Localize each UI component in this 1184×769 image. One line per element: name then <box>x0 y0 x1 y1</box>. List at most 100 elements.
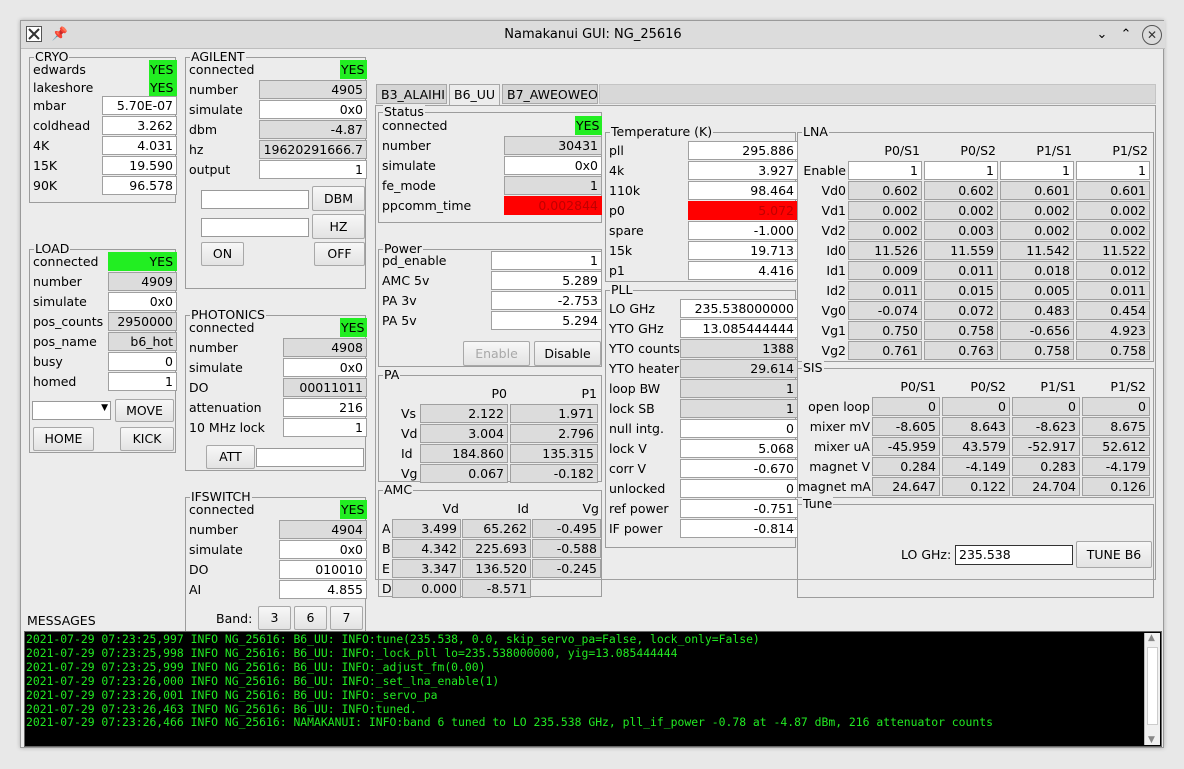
photonics-label: number <box>189 340 238 355</box>
cryo-value: YES <box>149 60 177 79</box>
load-label: pos_counts <box>33 314 104 329</box>
pa-cell: 3.004 <box>420 424 508 443</box>
lna-cell: 4.923 <box>1076 321 1150 340</box>
sis-row-label: magnet V <box>809 459 870 474</box>
pll-row: YTO heater 29.614 <box>609 359 798 379</box>
tab-b3_alaihi[interactable]: B3_ALAIHI <box>376 84 447 104</box>
agilent-row: dbm -4.87 <box>189 120 367 140</box>
photonics-row: simulate 0x0 <box>189 358 367 378</box>
tune-b6-button[interactable]: TUNE B6 <box>1076 541 1152 568</box>
dbm-input[interactable] <box>201 190 309 209</box>
amc-cell: 225.693 <box>462 539 531 558</box>
off-button[interactable]: OFF <box>314 242 365 266</box>
home-button[interactable]: HOME <box>33 427 94 451</box>
load-label: pos_name <box>33 334 97 349</box>
amc-cell: 0.000 <box>392 579 461 598</box>
band-3-button[interactable]: 3 <box>258 606 291 630</box>
pll-row: unlocked 0 <box>609 479 798 499</box>
pll-row: lock SB 1 <box>609 399 798 419</box>
scroll-up-icon[interactable]: ▲ <box>1148 633 1155 643</box>
ifswitch-value: 4904 <box>279 520 367 539</box>
ifswitch-panel: IFSWITCH connected YES number 4904 simulate 0x… <box>185 490 367 633</box>
log-line: 2021-07-29 07:23:26,001 INFO NG_25616: B… <box>26 687 438 702</box>
lo-ghz-input[interactable]: 235.538 <box>955 545 1073 565</box>
pll-label: corr V <box>609 461 647 476</box>
load-value: 0x0 <box>108 292 177 311</box>
tab-b6_uu[interactable]: B6_UU <box>449 84 500 106</box>
att-input[interactable] <box>256 448 364 467</box>
sis-cell: -4.179 <box>1082 457 1150 476</box>
lna-cell: 0.601 <box>1000 181 1074 200</box>
photonics-row: number 4908 <box>189 338 367 358</box>
sis-cell: 0.126 <box>1082 477 1150 496</box>
enable-button[interactable]: Enable <box>463 341 530 366</box>
kick-button[interactable]: KICK <box>120 427 174 451</box>
temp-value: -1.000 <box>688 221 798 240</box>
lna-cell: 11.542 <box>1000 241 1074 260</box>
scrollbar[interactable]: ▲ ▼ <box>1144 633 1160 745</box>
agilent-value: 4905 <box>259 80 367 99</box>
cryo-value: 3.262 <box>102 116 177 135</box>
load-position-select[interactable]: ▼ <box>32 401 111 420</box>
agilent-panel: AGILENT connected YES number 4905 simulate 0x0… <box>185 50 367 289</box>
lna-cell: 0.012 <box>1076 261 1150 280</box>
on-button[interactable]: ON <box>201 242 244 266</box>
cryo-row: 90K 96.578 <box>33 176 177 196</box>
power-row: AMC 5v 5.289 <box>382 271 602 291</box>
band-6-button[interactable]: 6 <box>294 606 327 630</box>
lna-cell: 1 <box>848 161 922 180</box>
hz-input[interactable] <box>201 218 309 237</box>
tab-b7_aweoweo[interactable]: B7_AWEOWEO <box>502 84 598 104</box>
sis-panel-legend: SIS <box>802 360 824 375</box>
hz-button[interactable]: HZ <box>312 214 365 239</box>
amc-cell: 4.342 <box>392 539 461 558</box>
maximize-icon[interactable]: ⌃ <box>1117 26 1135 44</box>
pa-cell: -0.182 <box>510 464 598 483</box>
pll-row: loop BW 1 <box>609 379 798 399</box>
amc-row-label: D <box>382 581 392 596</box>
scroll-thumb[interactable] <box>1147 647 1158 725</box>
lna-cell: 0.002 <box>848 221 922 240</box>
temp-row: 4k 3.927 <box>609 161 798 181</box>
load-value: 2950000 <box>108 312 177 331</box>
load-value: 1 <box>108 372 177 391</box>
lna-cell: 0.011 <box>1076 281 1150 300</box>
pa-row-label: Vd <box>401 426 418 441</box>
scroll-down-icon[interactable]: ▼ <box>1148 735 1155 745</box>
cryo-row: coldhead 3.262 <box>33 116 177 136</box>
load-row: busy 0 <box>33 352 177 372</box>
sis-row-label: mixer uA <box>814 439 870 454</box>
close-icon[interactable]: ✕ <box>1142 25 1162 45</box>
move-button[interactable]: MOVE <box>115 399 174 422</box>
band-7-button[interactable]: 7 <box>330 606 363 630</box>
lna-col-header: P0/S1 <box>884 143 920 158</box>
cryo-value: YES <box>149 78 177 97</box>
temperature-panel: Temperature (K) pll 295.886 4k 3.927 110k 98.4… <box>605 125 798 282</box>
pa-panel-legend: PA <box>383 367 401 382</box>
status-label: fe_mode <box>382 178 436 193</box>
dbm-button[interactable]: DBM <box>312 186 365 211</box>
load-label: simulate <box>33 294 87 309</box>
agilent-label: number <box>189 82 238 97</box>
agilent-value: 19620291666.7 <box>259 140 367 159</box>
temp-row: 15k 19.713 <box>609 241 798 261</box>
pll-value: -0.814 <box>680 519 798 538</box>
title-bar[interactable]: 📌 Namakanui GUI: NG_25616 ⌄ ⌃ ✕ <box>21 21 1165 49</box>
sis-row-label: magnet mA <box>798 479 871 494</box>
cryo-row: edwards YES <box>33 60 177 80</box>
temp-value: 3.927 <box>688 161 798 180</box>
load-value: b6_hot <box>108 332 177 351</box>
minimize-icon[interactable]: ⌄ <box>1093 26 1111 44</box>
ifswitch-row: AI 4.855 <box>189 580 367 600</box>
sis-cell: -4.149 <box>942 457 1010 476</box>
pa-cell: 0.067 <box>420 464 508 483</box>
messages-log[interactable]: 2021-07-29 07:23:25,997 INFO NG_25616: B… <box>24 631 1162 747</box>
sis-cell: 0.283 <box>1012 457 1080 476</box>
load-panel: LOAD connected YES number 4909 simulate 0x0 pos… <box>29 242 177 453</box>
disable-button[interactable]: Disable <box>534 341 601 366</box>
att-button[interactable]: ATT <box>206 445 255 469</box>
agilent-row: connected YES <box>189 60 367 80</box>
sis-cell: 0 <box>1082 397 1150 416</box>
sis-cell: -45.959 <box>872 437 940 456</box>
sis-row-label: open loop <box>808 399 870 414</box>
